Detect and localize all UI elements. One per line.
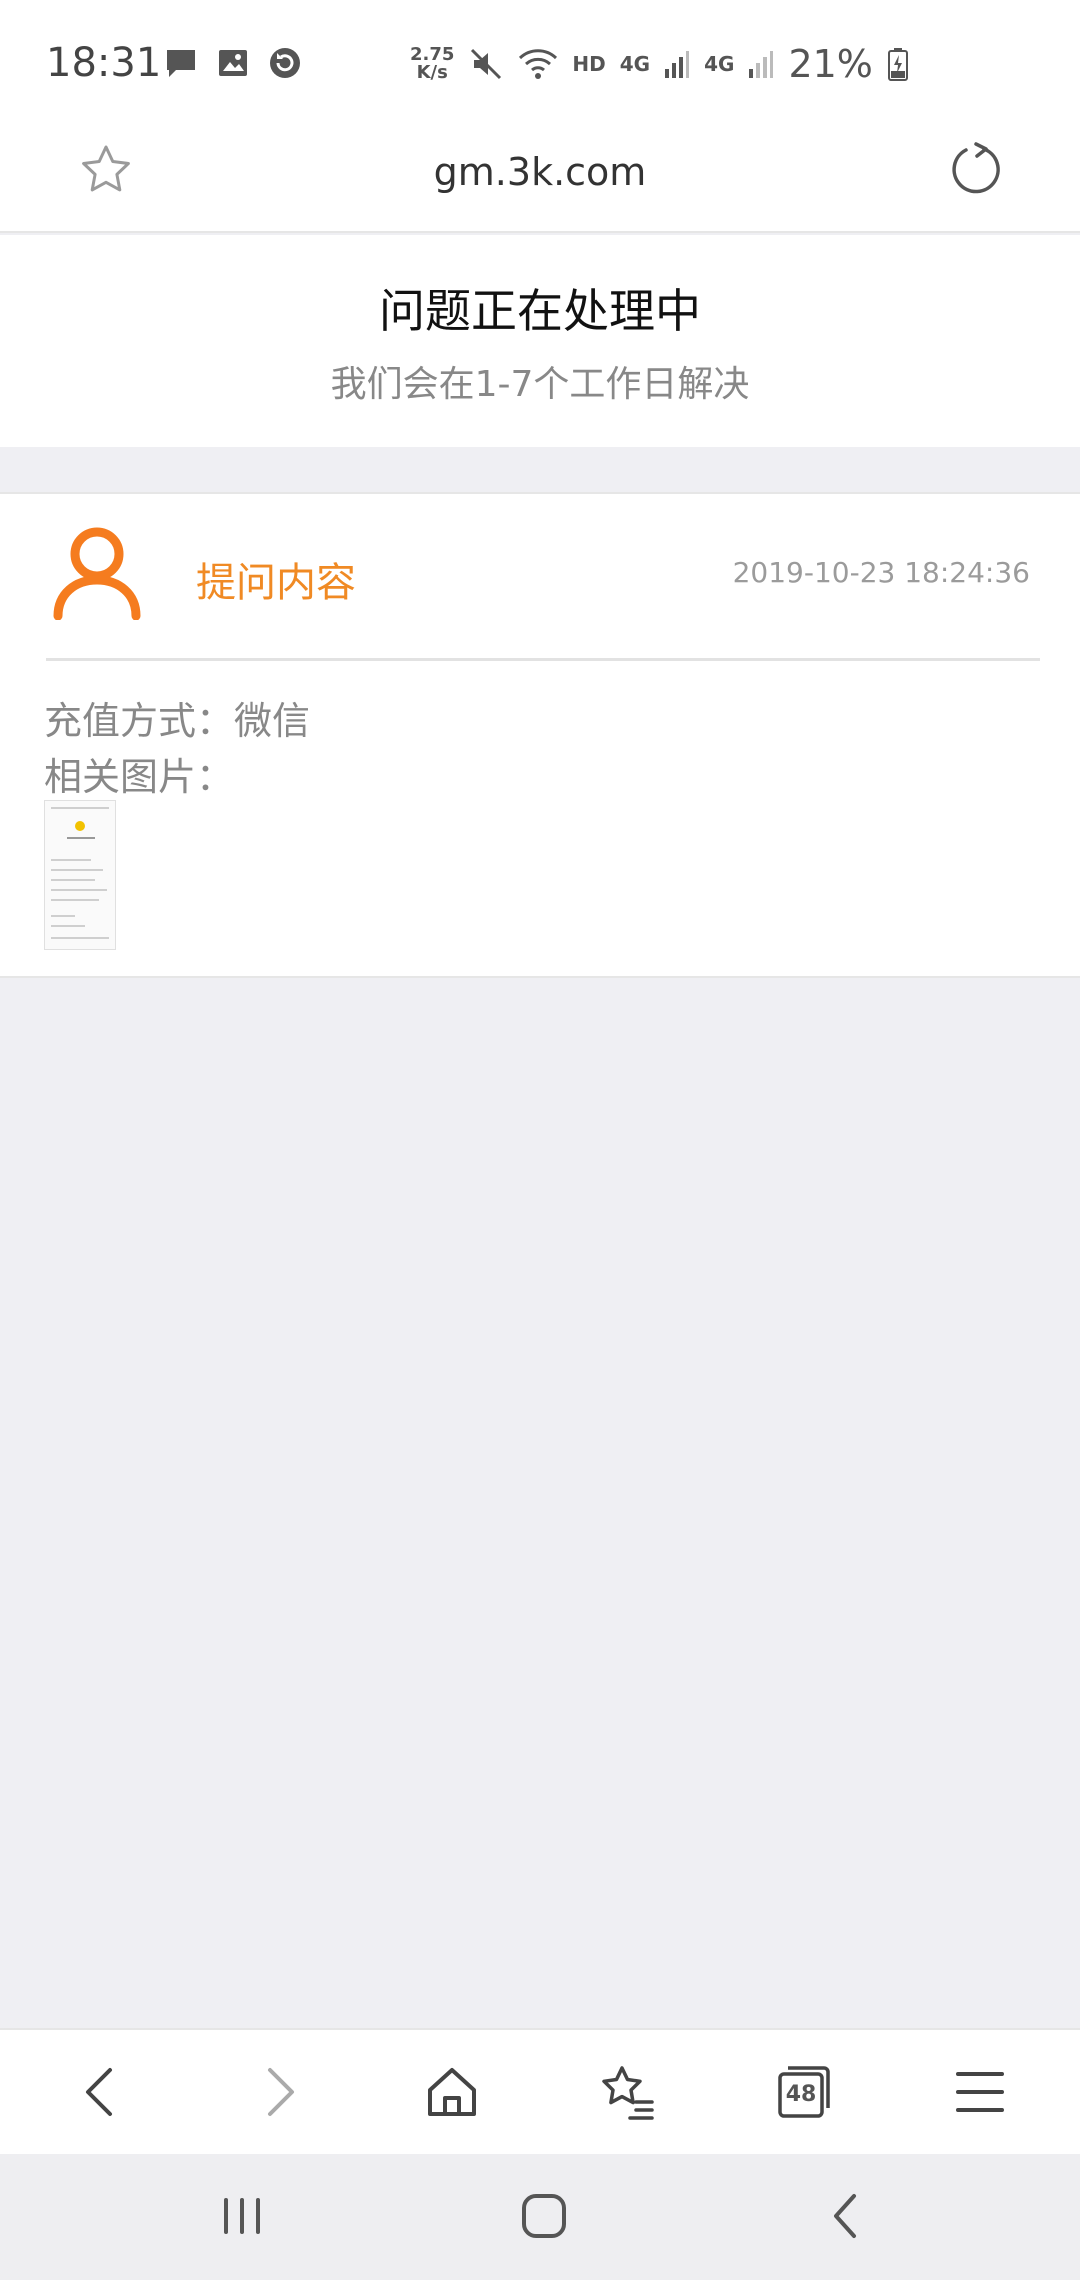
message-icon [167, 50, 195, 77]
question-timestamp: 2019-10-23 18:24:36 [732, 556, 1030, 589]
recent-apps-icon [224, 2198, 260, 2234]
tabs-button[interactable]: 48 [772, 2060, 836, 2124]
address-bar: gm.3k.com [0, 130, 1080, 233]
bookmarks-button[interactable] [596, 2060, 660, 2124]
battery-charging-icon [887, 48, 908, 81]
processing-title: 问题正在处理中 [379, 284, 701, 338]
battery-percent: 21% [788, 42, 873, 86]
status-time: 18:31 [46, 40, 162, 86]
network-type-1: 4G [619, 52, 651, 76]
back-button[interactable] [70, 2060, 134, 2124]
system-back-icon [834, 2194, 856, 2238]
reload-button[interactable] [946, 140, 1004, 198]
payment-method: 充值方式：微信 [44, 699, 311, 743]
menu-button[interactable] [948, 2060, 1012, 2124]
system-navigation-bar [0, 2154, 1080, 2280]
image-icon [219, 50, 247, 76]
avatar-icon [53, 527, 141, 620]
question-card: 提问内容 2019-10-23 18:24:36 充值方式：微信 相关图片： [0, 492, 1080, 978]
wifi-icon [519, 49, 558, 79]
back-icon [86, 2068, 112, 2116]
attachment-thumbnail[interactable] [44, 800, 116, 950]
recent-apps-button[interactable] [210, 2184, 274, 2248]
thumbnail-badge-icon [75, 821, 85, 831]
mute-icon [471, 48, 502, 80]
network-type-2: 4G [704, 52, 735, 76]
notification-icons [164, 46, 302, 80]
question-label: 提问内容 [196, 560, 356, 606]
system-icons: 2.75 K/s HD 4G 4G 21% [410, 42, 909, 86]
net-speed: 2.75 K/s [410, 44, 455, 83]
sync-icon [270, 48, 300, 78]
browser-toolbar: 48 [0, 2028, 1080, 2154]
system-home-button[interactable] [512, 2184, 576, 2248]
reload-icon [952, 142, 1000, 194]
bookmarks-icon [602, 2066, 654, 2120]
signal-icon [749, 51, 774, 78]
home-square-icon [522, 2194, 566, 2238]
related-images-label: 相关图片： [44, 755, 235, 799]
status-bar: 18:31 2.75 K/s HD 4G 4G 21% [0, 0, 1080, 130]
menu-icon [956, 2072, 1004, 2112]
url-field[interactable]: gm.3k.com [0, 150, 1080, 194]
signal-icon [665, 51, 690, 78]
home-icon [428, 2068, 476, 2116]
forward-button[interactable] [246, 2060, 310, 2124]
hd-label: HD [572, 52, 606, 76]
divider [46, 658, 1040, 661]
processing-header: 问题正在处理中 我们会在1-7个工作日解决 [0, 235, 1080, 447]
home-button[interactable] [420, 2060, 484, 2124]
processing-subtitle: 我们会在1-7个工作日解决 [330, 364, 750, 405]
tab-count: 48 [785, 2082, 817, 2107]
system-back-button[interactable] [814, 2184, 878, 2248]
forward-icon [268, 2068, 294, 2116]
